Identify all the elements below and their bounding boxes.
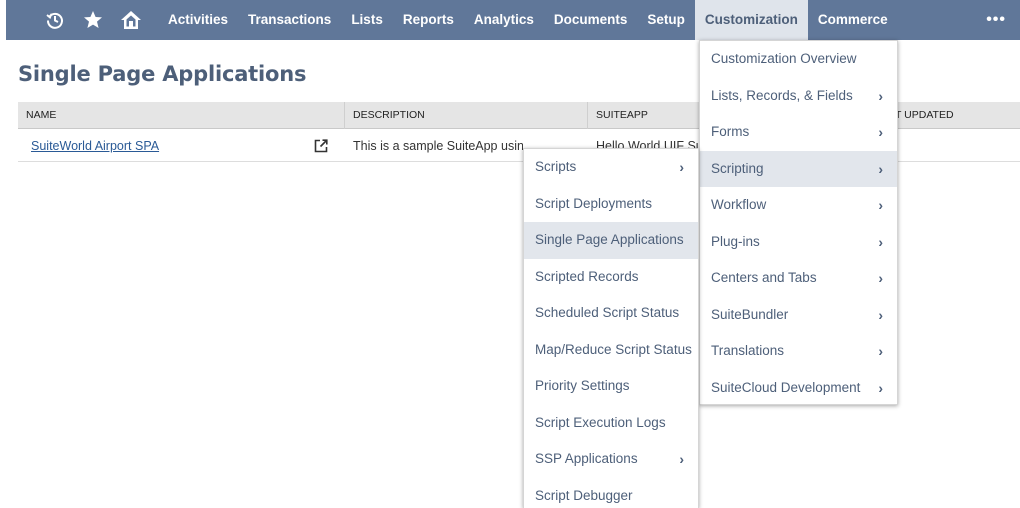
menu-item-script-execution-logs[interactable]: Script Execution Logs (524, 405, 698, 442)
star-icon[interactable] (74, 0, 112, 40)
menu-item-label: Script Deployments (535, 195, 653, 211)
nav-documents[interactable]: Documents (544, 0, 638, 40)
menu-item-label: Scheduled Script Status (535, 305, 680, 320)
spa-name-link[interactable]: SuiteWorld Airport SPA (31, 129, 181, 162)
spa-description: This is a sample SuiteApp using the UIF (353, 139, 523, 153)
nav-lists[interactable]: Lists (341, 0, 393, 40)
menu-item-label: Map/Reduce Script Status (535, 341, 692, 357)
menu-item-label: SuiteCloud Development (711, 379, 861, 395)
menu-item-suitebundler[interactable]: SuiteBundler › (700, 297, 897, 334)
top-nav-bar: Activities Transactions Lists Reports An… (6, 0, 1020, 40)
menu-item-label: Lists, Records, & Fields (711, 87, 853, 103)
page-title: Single Page Applications (18, 62, 307, 86)
nav-setup[interactable]: Setup (637, 0, 695, 40)
menu-item-script-deployments[interactable]: Script Deployments (524, 186, 698, 223)
chevron-right-icon: › (878, 379, 883, 396)
nav-activities[interactable]: Activities (158, 0, 238, 40)
menu-item-label: Workflow (711, 197, 767, 212)
chevron-right-icon: › (878, 233, 883, 250)
menu-item-single-page-applications[interactable]: Single Page Applications (524, 222, 698, 259)
column-header-description[interactable]: DESCRIPTION (345, 102, 588, 129)
menu-item-centers-and-tabs[interactable]: Centers and Tabs › (700, 260, 897, 297)
menu-item-label: Script Debugger (535, 487, 633, 503)
menu-item-script-debugger[interactable]: Script Debugger (524, 478, 698, 508)
menu-item-label: SuiteBundler (711, 306, 789, 322)
chevron-right-icon: › (878, 343, 883, 359)
column-header-last-updated[interactable]: ST UPDATED (880, 102, 1020, 129)
menu-item-map-reduce-script-status[interactable]: Map/Reduce Script Status (524, 332, 698, 369)
menu-item-label: Scripts (535, 159, 577, 174)
menu-item-workflow[interactable]: Workflow › (700, 187, 897, 224)
menu-item-forms[interactable]: Forms › (700, 114, 897, 151)
menu-item-label: Priority Settings (535, 378, 630, 393)
recent-history-icon[interactable] (36, 0, 74, 40)
menu-item-label: SSP Applications (535, 451, 638, 466)
menu-item-scheduled-script-status[interactable]: Scheduled Script Status (524, 295, 698, 332)
menu-item-scripted-records[interactable]: Scripted Records (524, 259, 698, 296)
chevron-right-icon: › (679, 451, 684, 467)
nav-commerce[interactable]: Commerce (808, 0, 898, 40)
menu-item-label: Single Page Applications (535, 232, 684, 247)
nav-analytics[interactable]: Analytics (464, 0, 544, 40)
menu-item-label: Scripted Records (535, 268, 639, 284)
chevron-right-icon: › (679, 159, 684, 175)
chevron-right-icon: › (878, 160, 883, 177)
menu-item-label: Centers and Tabs (711, 270, 817, 285)
nav-customization[interactable]: Customization (694, 0, 808, 40)
more-menu-icon[interactable]: ••• (986, 11, 1006, 29)
menu-item-translations[interactable]: Translations › (700, 333, 897, 370)
menu-item-scripting[interactable]: Scripting › (700, 150, 897, 187)
menu-item-scripts[interactable]: Scripts › (524, 149, 698, 186)
home-icon[interactable] (112, 0, 150, 40)
menu-item-lists-records-fields[interactable]: Lists, Records, & Fields › (700, 78, 897, 115)
menu-item-label: Translations (711, 343, 785, 358)
chevron-right-icon: › (878, 87, 883, 104)
menu-item-label: Plug-ins (711, 233, 760, 249)
menu-item-label: Customization Overview (711, 51, 857, 66)
chevron-right-icon: › (878, 270, 883, 286)
menu-item-customization-overview[interactable]: Customization Overview (700, 41, 897, 78)
menu-item-label: Forms (711, 124, 750, 139)
menu-item-suitecloud-development[interactable]: SuiteCloud Development › (700, 370, 897, 407)
menu-item-priority-settings[interactable]: Priority Settings (524, 368, 698, 405)
nav-transactions[interactable]: Transactions (238, 0, 341, 40)
chevron-right-icon: › (878, 197, 883, 213)
chevron-right-icon: › (878, 124, 883, 140)
menu-item-label: Script Execution Logs (535, 414, 666, 430)
scripting-submenu: Scripts › Script Deployments Single Page … (523, 148, 699, 508)
open-external-icon[interactable] (314, 129, 330, 162)
menu-item-label: Scripting (711, 160, 764, 176)
menu-item-plug-ins[interactable]: Plug-ins › (700, 224, 897, 261)
menu-item-ssp-applications[interactable]: SSP Applications › (524, 441, 698, 478)
chevron-right-icon: › (878, 306, 883, 323)
column-header-name[interactable]: NAME (18, 102, 345, 129)
nav-reports[interactable]: Reports (393, 0, 464, 40)
customization-menu: Customization Overview Lists, Records, &… (699, 40, 898, 405)
